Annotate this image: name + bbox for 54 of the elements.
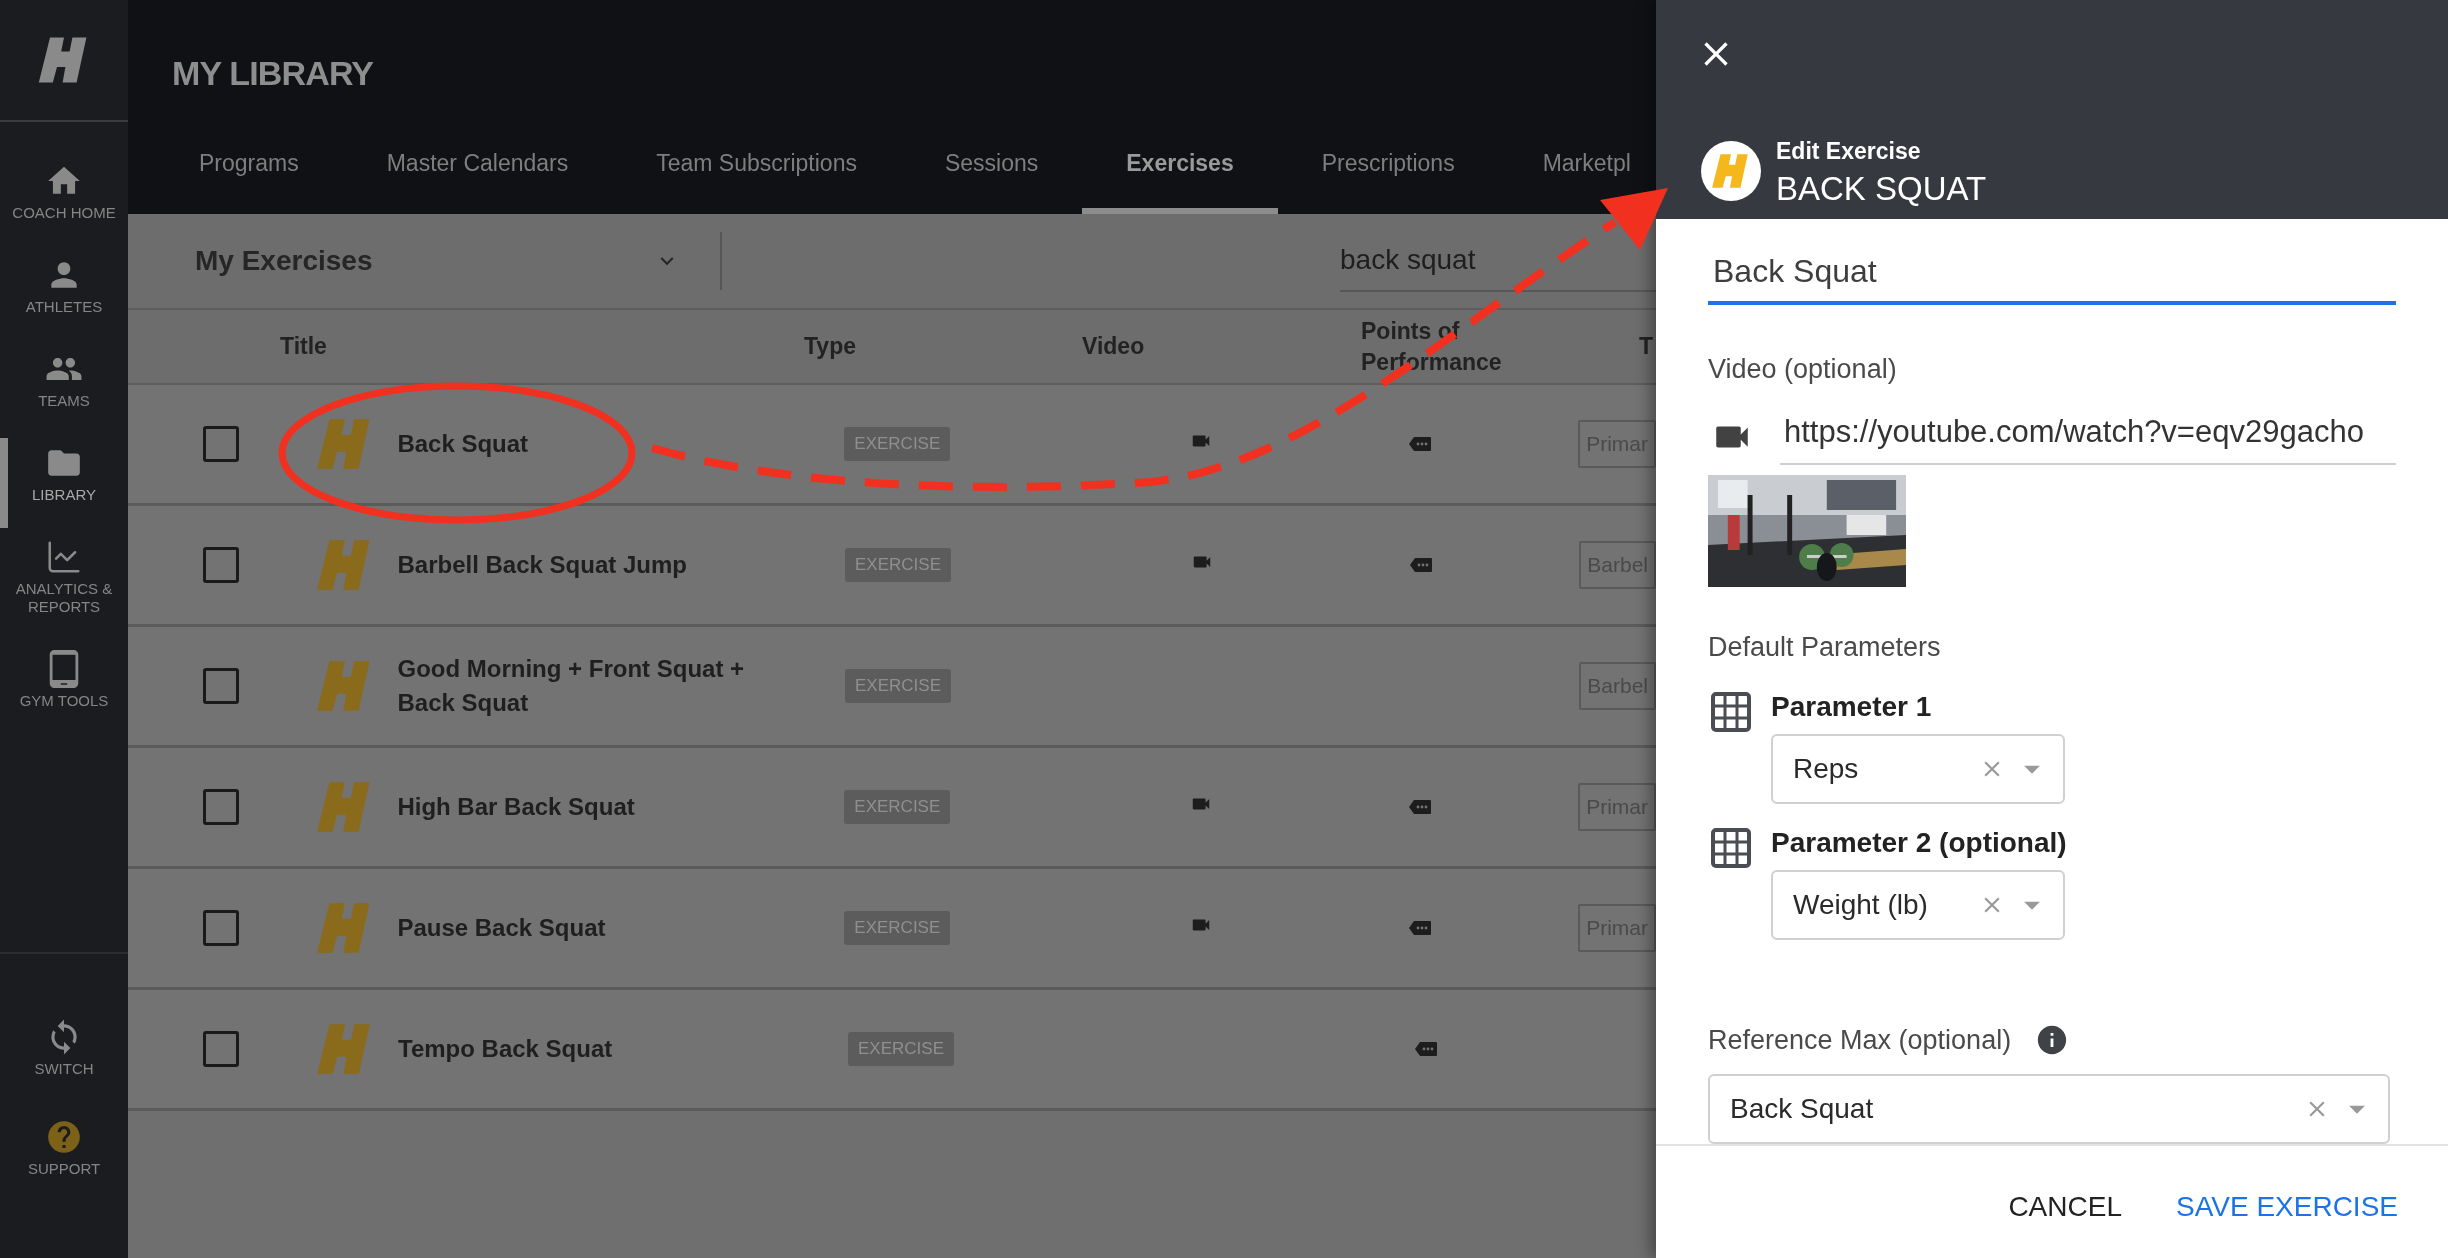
column-header: Video — [1082, 333, 1145, 360]
sidebar-item[interactable]: SUPPORT — [9, 1118, 119, 1178]
dialog-button[interactable]: CANCEL — [2008, 1186, 2122, 1229]
column-header: Title — [280, 333, 327, 360]
tag-icon — [1408, 799, 1433, 815]
reference-label: Reference Max (optional) — [1708, 1023, 2012, 1057]
row-checkbox[interactable] — [203, 426, 239, 462]
exercise-title[interactable]: Barbell Back Squat Jump — [397, 548, 793, 582]
row-checkbox[interactable] — [203, 789, 239, 825]
tag-icon — [1408, 920, 1433, 936]
sidebar-item[interactable]: ATHLETES — [9, 256, 119, 316]
exercise-title[interactable]: High Bar Back Squat — [397, 790, 793, 824]
nav-tab[interactable]: Team Subscriptions — [612, 134, 901, 214]
sidebar-item[interactable]: TEAMS — [9, 350, 119, 410]
name-field[interactable]: Back Squat — [1708, 238, 2396, 305]
parameter-label: Parameter 2 (optional) — [1771, 825, 2067, 860]
exercise-title[interactable]: Good Morning + Front Squat + Back Squat — [397, 652, 793, 720]
row-checkbox[interactable] — [203, 547, 239, 583]
nav-tab[interactable]: Programs — [155, 134, 343, 214]
panel-title: BACK SQUAT — [1776, 168, 1987, 209]
nav-tab[interactable]: Master Calendars — [342, 134, 613, 214]
column-header: T — [1639, 333, 1654, 360]
sidebar-item[interactable]: ANALYTICS & REPORTS — [9, 538, 119, 616]
grid-icon — [1711, 827, 1751, 868]
help-icon — [45, 1118, 83, 1156]
grid-icon — [1711, 691, 1751, 732]
exercise-title[interactable]: Pause Back Squat — [397, 911, 793, 945]
nav-tab[interactable]: Sessions — [900, 134, 1083, 214]
row-checkbox[interactable] — [203, 910, 239, 946]
sidebar-item[interactable]: SWITCH — [9, 1018, 119, 1078]
page-title: MY LIBRARY — [172, 53, 375, 94]
sidebar-item[interactable]: COACH HOME — [9, 162, 119, 222]
section-label: Default Parameters — [1708, 631, 1942, 665]
tag-icon — [1408, 436, 1433, 452]
select-field[interactable]: Back Squat — [1708, 1074, 2390, 1145]
select-field[interactable]: Weight (lb) — [1771, 869, 2065, 940]
sidebar-item[interactable]: LIBRARY — [9, 444, 119, 504]
exercise-title[interactable]: Tempo Back Squat — [398, 1032, 793, 1066]
parameter-label: Parameter 1 — [1771, 689, 1933, 724]
column-header: Type — [804, 333, 856, 360]
row-checkbox[interactable] — [203, 1031, 239, 1067]
dialog-button[interactable]: SAVE EXERCISE — [2176, 1186, 2398, 1229]
panel-subtitle: Edit Exercise — [1776, 137, 1922, 166]
video-label: Video (optional) — [1708, 352, 1898, 386]
row-checkbox[interactable] — [203, 668, 239, 704]
nav-tab[interactable]: Marketpl — [1498, 134, 1656, 214]
video-url-field[interactable]: https://youtube.com/watch?v=eqv29gacho — [1780, 409, 2396, 466]
sidebar-item[interactable]: GYM TOOLS — [9, 650, 119, 710]
tag-icon — [1414, 1041, 1438, 1057]
exercise-title[interactable]: Back Squat — [397, 427, 793, 461]
select-field[interactable]: Reps — [1771, 733, 2065, 804]
tag-icon — [1409, 557, 1434, 573]
nav-tab[interactable]: Prescriptions — [1277, 134, 1499, 214]
filter-dropdown[interactable]: My Exercises — [195, 240, 680, 282]
